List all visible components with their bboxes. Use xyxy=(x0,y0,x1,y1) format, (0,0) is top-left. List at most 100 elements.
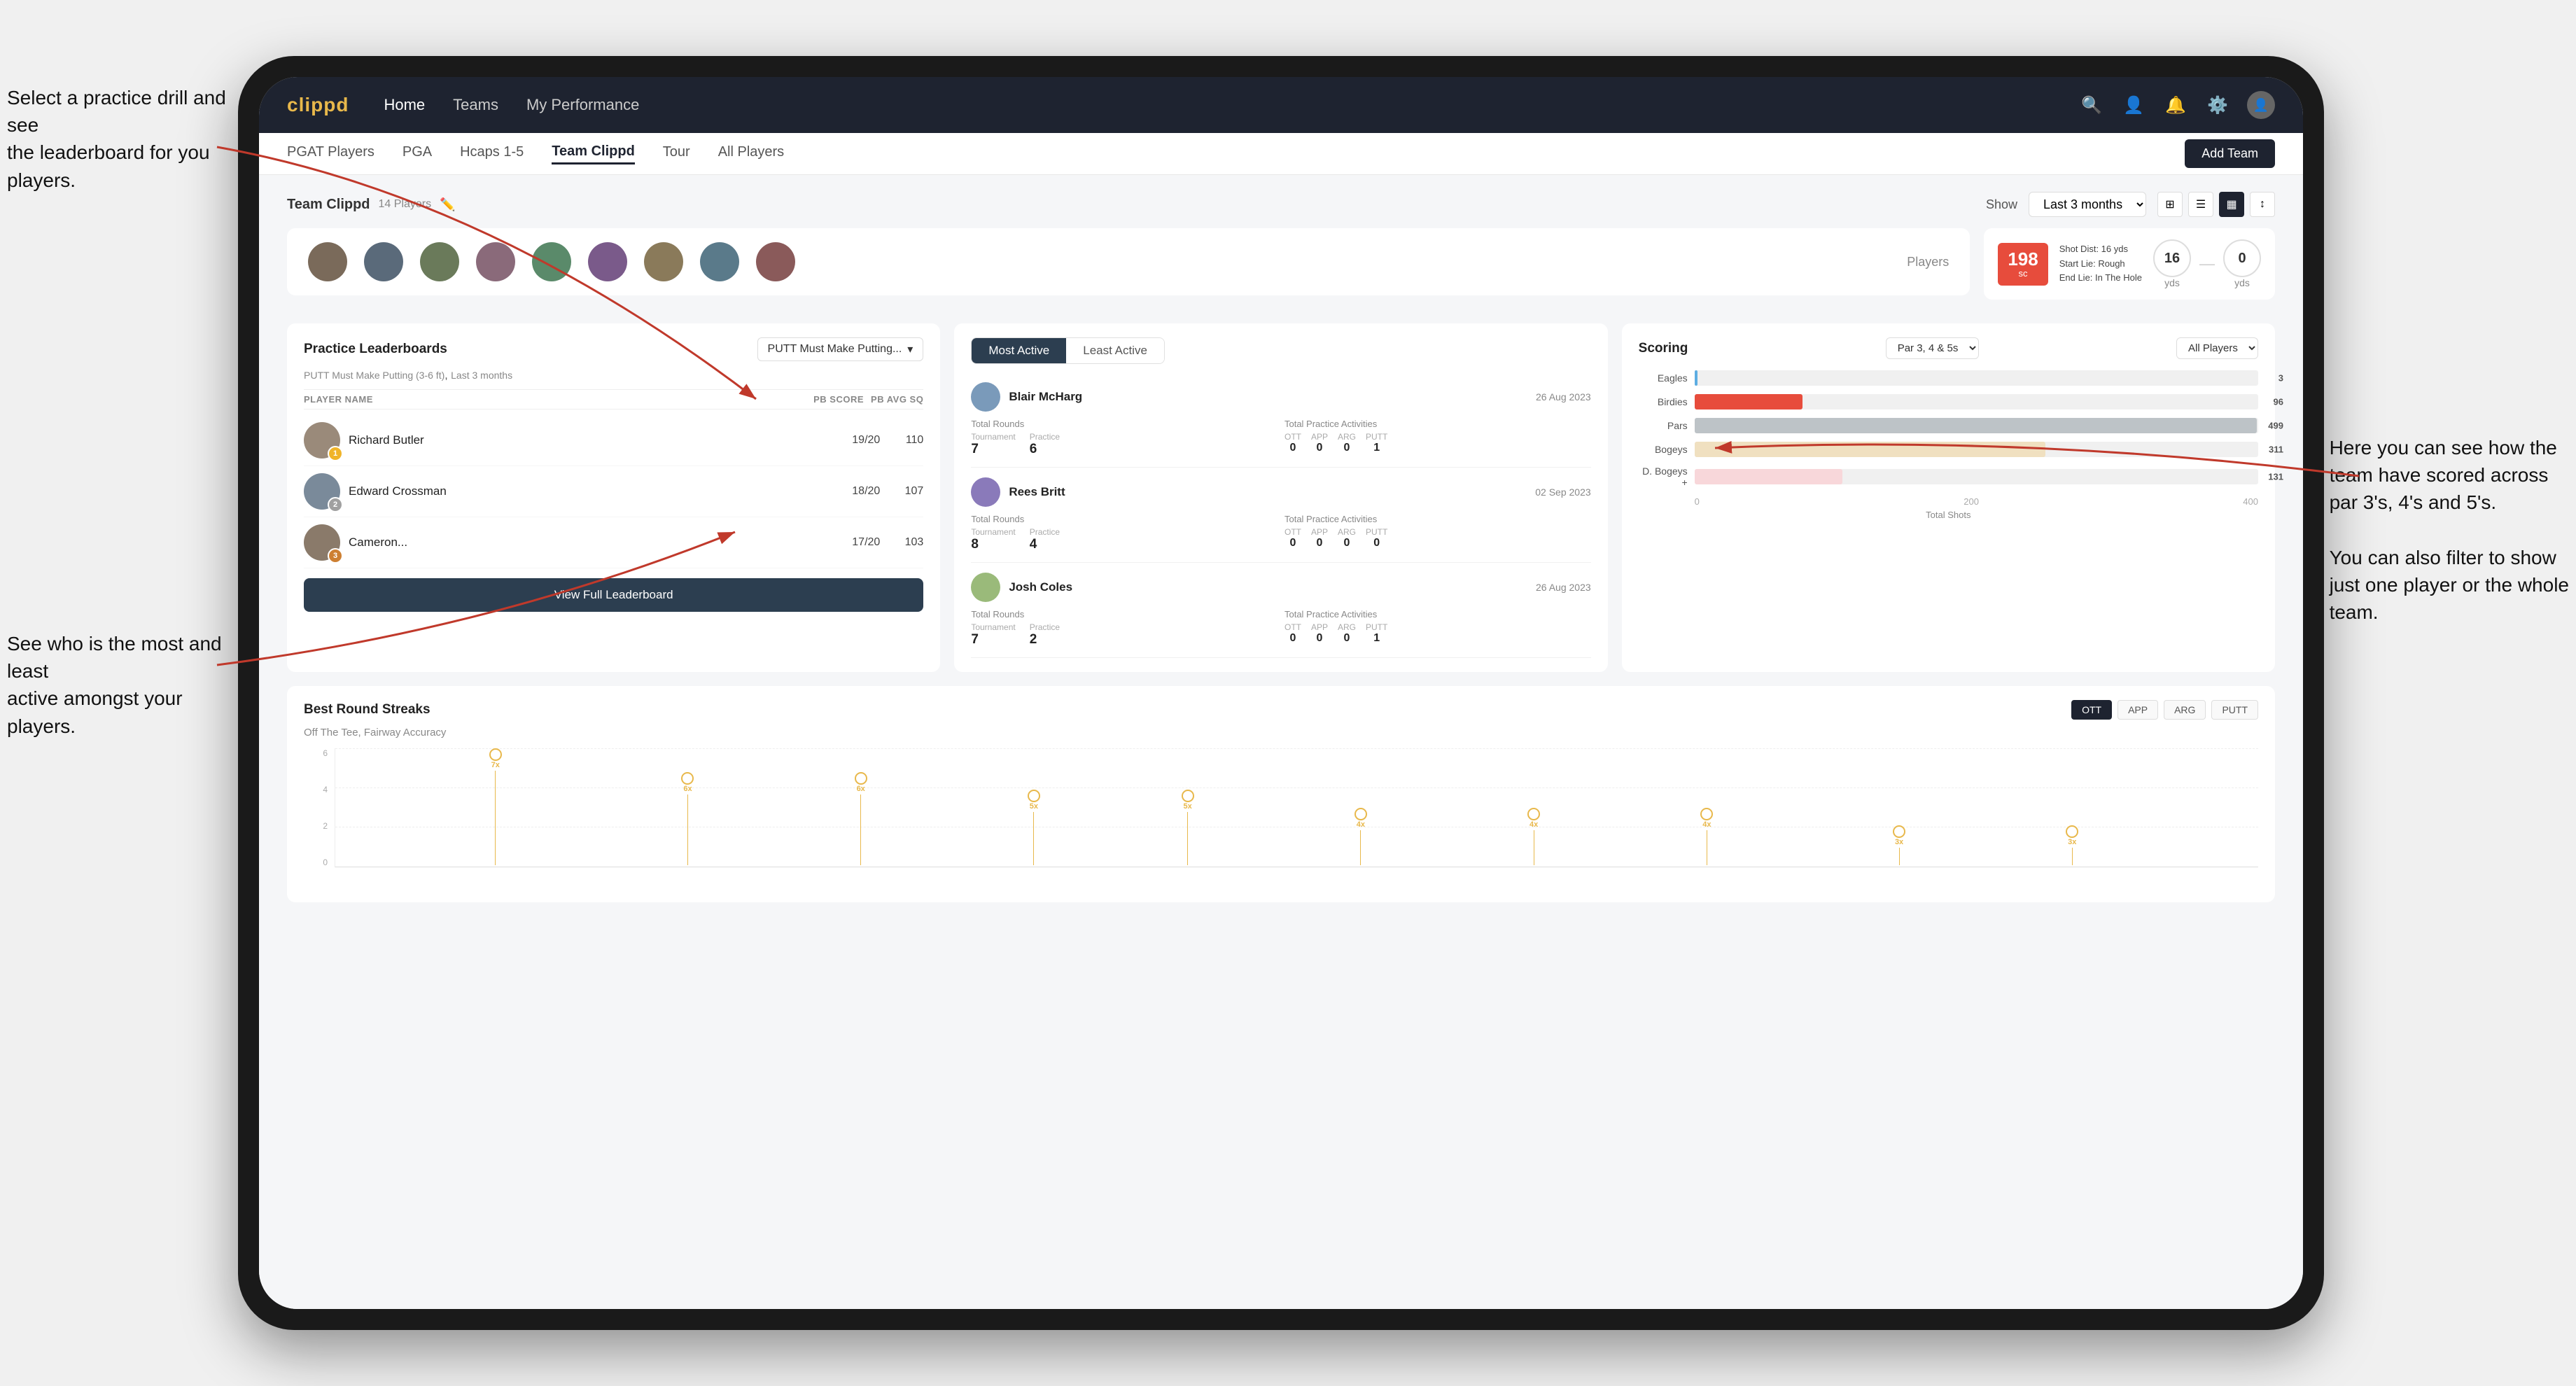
yardage-left-value: 16 xyxy=(2164,251,2180,267)
scoring-players-filter[interactable]: All Players xyxy=(2176,337,2258,359)
pac-name-2: Rees Britt xyxy=(1009,485,1527,499)
player-avatar-2[interactable] xyxy=(364,242,403,281)
brc-subtitle: Off The Tee, Fairway Accuracy xyxy=(304,727,2258,738)
shot-distance-badge: 198 sc xyxy=(1998,243,2047,286)
col-player-name: PLAYER NAME xyxy=(304,394,806,405)
pac-date-2: 02 Sep 2023 xyxy=(1535,486,1590,498)
view-list-icon[interactable]: ☰ xyxy=(2188,192,2213,217)
player-avatar-9[interactable] xyxy=(756,242,795,281)
activity-toggle-tabs: Most Active Least Active xyxy=(971,337,1165,364)
scoring-bar-chart: Eagles 3 Birdies 96 xyxy=(1639,370,2258,520)
player-avatar-1[interactable] xyxy=(308,242,347,281)
player-avatar-6[interactable] xyxy=(588,242,627,281)
brc-filter-app[interactable]: APP xyxy=(2118,700,2158,720)
streak-dot-circle-3 xyxy=(855,772,867,785)
tab-most-active[interactable]: Most Active xyxy=(972,338,1066,363)
leaderboard-row-3: 3 Cameron... 17/20 103 xyxy=(304,517,923,568)
pac-stats-1: Total Rounds Tournament 7 Practice 6 xyxy=(971,419,1590,457)
view-grid-icon[interactable]: ⊞ xyxy=(2157,192,2183,217)
tab-least-active[interactable]: Least Active xyxy=(1066,338,1164,363)
player-avatar-3[interactable] xyxy=(420,242,459,281)
brc-filter-ott[interactable]: OTT xyxy=(2071,700,2112,720)
streak-chart-area: 6 4 2 0 7x xyxy=(304,748,2258,888)
bar-fill-bogeys xyxy=(1695,442,2045,457)
edit-team-icon[interactable]: ✏️ xyxy=(440,197,455,212)
add-team-button[interactable]: Add Team xyxy=(2185,139,2275,168)
brc-title: Best Round Streaks xyxy=(304,702,430,718)
bell-icon[interactable]: 🔔 xyxy=(2163,92,2188,118)
nav-my-performance[interactable]: My Performance xyxy=(526,96,639,114)
lb-score-1: 19/20 xyxy=(838,434,880,447)
yardage-separator: — xyxy=(2199,255,2215,273)
streak-dot-5x-1: 5x xyxy=(1028,790,1040,867)
streak-dot-3x-2: 3x xyxy=(2066,825,2078,867)
chart-x-labels: 0 200 400 xyxy=(1639,496,2258,507)
chart-x-title: Total Shots xyxy=(1639,510,2258,520)
leaderboard-title: Practice Leaderboards xyxy=(304,342,447,357)
pac-ott-2: OTT 0 xyxy=(1284,527,1301,550)
bar-track-bogeys: 311 xyxy=(1695,442,2258,457)
brc-header: Best Round Streaks OTT APP ARG PUTT xyxy=(304,700,2258,720)
three-column-layout: Practice Leaderboards PUTT Must Make Put… xyxy=(287,323,2275,672)
nav-home[interactable]: Home xyxy=(384,96,425,114)
streak-dot-6x-1: 6x xyxy=(681,772,694,867)
lb-player-name-3: Cameron... xyxy=(349,536,830,550)
view-card-icon[interactable]: ▦ xyxy=(2219,192,2244,217)
pac-header-2: Rees Britt 02 Sep 2023 xyxy=(971,477,1590,507)
col-pb-score: PB SCORE xyxy=(813,394,864,405)
show-control: Show Last 3 months ⊞ ☰ ▦ ↕ xyxy=(1986,192,2275,217)
nav-teams[interactable]: Teams xyxy=(453,96,498,114)
scoring-par-filter[interactable]: Par 3, 4 & 5s xyxy=(1886,337,1979,359)
brc-filter-arg[interactable]: ARG xyxy=(2164,700,2206,720)
x-label-200: 200 xyxy=(1963,496,1979,507)
nav-icon-group: 🔍 👤 🔔 ⚙️ 👤 xyxy=(2079,91,2275,119)
annotation-top-left: Select a practice drill and seethe leade… xyxy=(7,84,231,194)
pac-date-1: 26 Aug 2023 xyxy=(1536,391,1591,402)
col-pb-avg: PB AVG SQ xyxy=(871,394,923,405)
player-avatar-8[interactable] xyxy=(700,242,739,281)
sub-nav-team-clippd[interactable]: Team Clippd xyxy=(552,144,635,164)
sub-nav-hcaps[interactable]: Hcaps 1-5 xyxy=(460,144,524,163)
sub-nav-tour[interactable]: Tour xyxy=(663,144,690,163)
brc-filter-putt[interactable]: PUTT xyxy=(2211,700,2258,720)
practice-leaderboards-card: Practice Leaderboards PUTT Must Make Put… xyxy=(287,323,940,672)
pac-putt-2: PUTT 0 xyxy=(1366,527,1387,550)
streak-dot-7x: 7x xyxy=(489,748,502,867)
activity-card: Most Active Least Active Blair McHarg 26… xyxy=(954,323,1607,672)
bar-value-birdies: 96 xyxy=(2274,397,2283,407)
avatar[interactable]: 👤 xyxy=(2247,91,2275,119)
team-name: Team Clippd xyxy=(287,197,370,213)
activity-player-2: Rees Britt 02 Sep 2023 Total Rounds Tour… xyxy=(971,468,1590,563)
pac-rounds-group-3: Total Rounds Tournament 7 Practice 2 xyxy=(971,609,1278,648)
player-avatar-5[interactable] xyxy=(532,242,571,281)
bar-fill-dbogeys xyxy=(1695,469,1842,484)
yardage-right-label: yds xyxy=(2223,277,2261,288)
yardage-left-label: yds xyxy=(2153,277,2191,288)
start-lie-label: Start Lie: Rough xyxy=(2059,257,2142,272)
bar-label-pars: Pars xyxy=(1639,420,1688,431)
player-avatar-7[interactable] xyxy=(644,242,683,281)
streak-grid-area: 7x 6x 6x xyxy=(335,748,2258,867)
pac-rounds-group-2: Total Rounds Tournament 8 Practice 4 xyxy=(971,514,1278,552)
drill-selector-chevron: ▾ xyxy=(907,342,913,356)
bar-label-birdies: Birdies xyxy=(1639,396,1688,407)
search-icon[interactable]: 🔍 xyxy=(2079,92,2104,118)
scoring-card: Scoring Par 3, 4 & 5s All Players Eagles xyxy=(1622,323,2275,672)
yardage-right-group: 0 yds xyxy=(2223,239,2261,288)
brc-filter-group: OTT APP ARG PUTT xyxy=(2071,700,2258,720)
show-label: Show xyxy=(1986,197,2017,212)
view-sort-icon[interactable]: ↕ xyxy=(2250,192,2275,217)
view-full-leaderboard-button[interactable]: View Full Leaderboard xyxy=(304,578,923,612)
leaderboard-row-1: 1 Richard Butler 19/20 110 xyxy=(304,415,923,466)
sub-nav-pga[interactable]: PGA xyxy=(402,144,432,163)
leaderboard-card-header: Practice Leaderboards PUTT Must Make Put… xyxy=(304,337,923,361)
sub-nav-all-players[interactable]: All Players xyxy=(718,144,784,163)
player-avatar-4[interactable] xyxy=(476,242,515,281)
show-period-select[interactable]: Last 3 months xyxy=(2029,192,2146,217)
person-icon[interactable]: 👤 xyxy=(2121,92,2146,118)
drill-selector-button[interactable]: PUTT Must Make Putting... ▾ xyxy=(757,337,924,361)
streak-dot-3x-1: 3x xyxy=(1893,825,1905,867)
bar-value-dbogeys: 131 xyxy=(2268,472,2283,482)
sub-nav-pgat[interactable]: PGAT Players xyxy=(287,144,374,163)
settings-icon[interactable]: ⚙️ xyxy=(2205,92,2230,118)
